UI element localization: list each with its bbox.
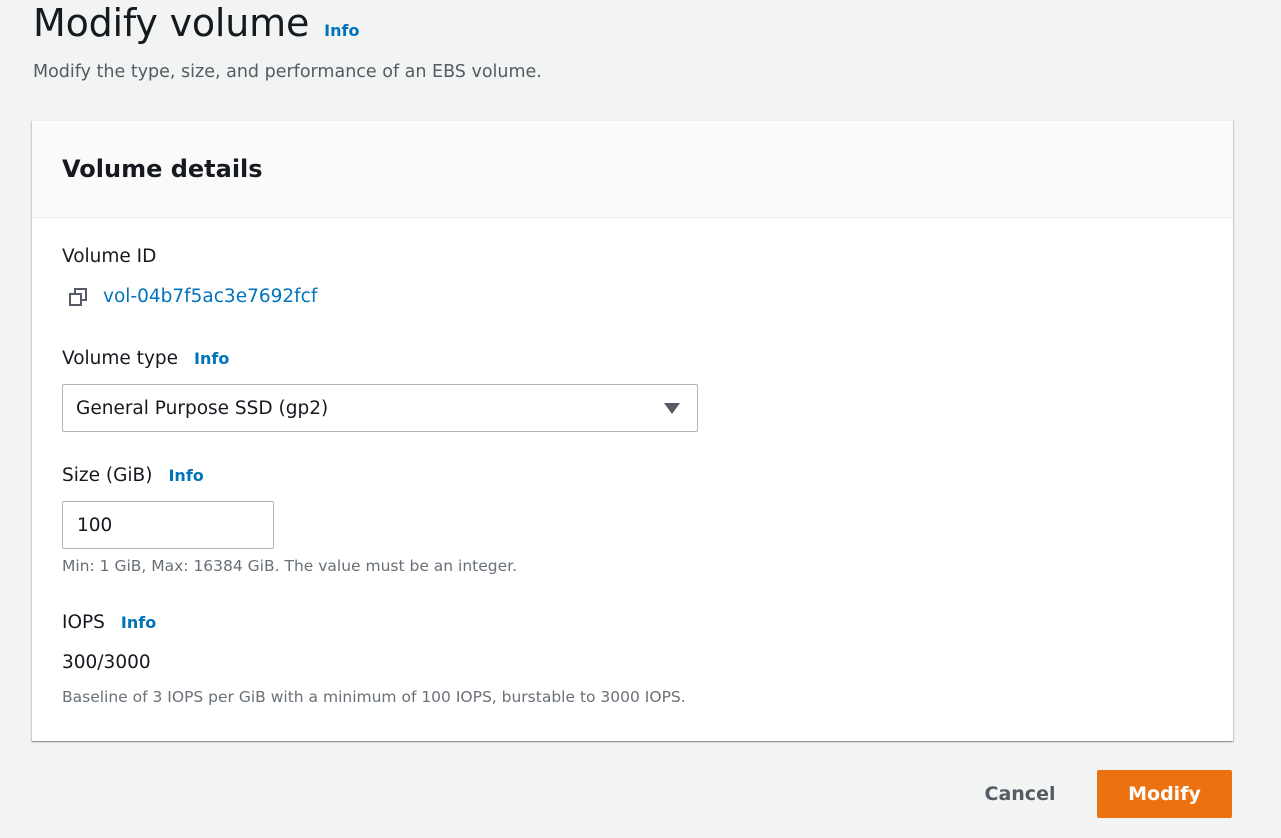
iops-value: 300/3000 [62,652,151,673]
volume-type-selected-value: General Purpose SSD (gp2) [76,397,329,419]
volume-id-label: Volume ID [62,246,156,267]
iops-info-link[interactable]: Info [121,613,156,632]
iops-label: IOPS Info [62,612,156,633]
page-title-row: Modify volume Info [33,0,542,46]
caret-down-icon [664,403,680,414]
volume-id-row: vol-04b7f5ac3e7692fcf [67,285,317,307]
volume-details-header: Volume details [32,121,1233,218]
modify-button[interactable]: Modify [1097,770,1232,818]
volume-details-title: Volume details [62,155,263,183]
cancel-button[interactable]: Cancel [968,770,1072,818]
page-header: Modify volume Info Modify the type, size… [33,0,542,84]
iops-hint: Baseline of 3 IOPS per GiB with a minimu… [62,688,686,706]
copy-icon-front [69,293,82,306]
size-label: Size (GiB) Info [62,465,204,486]
volume-details-panel: Volume details Volume ID vol-04b7f5ac3e7… [32,120,1233,741]
page-description: Modify the type, size, and performance o… [33,62,542,82]
page-title: Modify volume [33,1,310,45]
volume-type-label: Volume type Info [62,348,229,369]
volume-type-label-text: Volume type [62,348,179,369]
page-title-info-link[interactable]: Info [324,21,359,40]
size-label-text: Size (GiB) [62,465,153,486]
size-info-link[interactable]: Info [168,466,203,485]
size-hint: Min: 1 GiB, Max: 16384 GiB. The value mu… [62,557,518,575]
copy-icon[interactable] [67,285,89,307]
volume-id-link[interactable]: vol-04b7f5ac3e7692fcf [103,286,317,307]
size-input[interactable] [62,501,274,549]
volume-type-select[interactable]: General Purpose SSD (gp2) [62,384,698,432]
volume-id-label-text: Volume ID [62,246,157,267]
volume-type-info-link[interactable]: Info [194,349,229,368]
iops-label-text: IOPS [62,612,105,633]
